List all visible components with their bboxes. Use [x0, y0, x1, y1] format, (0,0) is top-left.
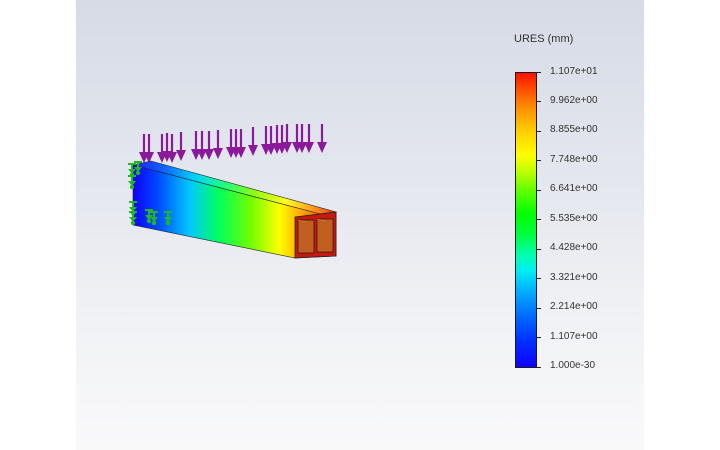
legend-label: 7.748e+00 — [550, 154, 598, 165]
legend-tick — [536, 72, 541, 73]
legend-label: 1.107e+01 — [550, 66, 598, 77]
legend-tick — [536, 131, 541, 132]
legend-label: 5.535e+00 — [550, 213, 598, 224]
load-arrows — [137, 122, 329, 165]
legend-tick — [536, 367, 541, 368]
graphics-viewport[interactable]: URES (mm) 1.107e+01 9.962e+00 8.855e+00 … — [76, 0, 644, 450]
legend-label: 6.641e+00 — [550, 183, 598, 194]
legend-tick — [536, 219, 541, 220]
legend-tick — [536, 308, 541, 309]
legend-title: URES (mm) — [514, 33, 574, 45]
legend-label: 1.000e-30 — [550, 360, 596, 371]
legend-label: 3.321e+00 — [550, 272, 598, 283]
legend-tick — [536, 101, 541, 102]
legend-label: 8.855e+00 — [550, 124, 598, 135]
legend-tick — [536, 190, 541, 191]
legend-color-bar — [515, 72, 537, 368]
beam-body — [132, 160, 337, 259]
legend-tick — [536, 160, 541, 161]
legend-tick — [536, 337, 541, 338]
legend-tick — [536, 278, 541, 279]
legend-tick — [536, 249, 541, 250]
legend-label: 9.962e+00 — [550, 95, 598, 106]
legend-label: 1.107e+00 — [550, 331, 598, 342]
legend-label: 4.428e+00 — [550, 242, 598, 253]
legend-label: 2.214e+00 — [550, 301, 598, 312]
